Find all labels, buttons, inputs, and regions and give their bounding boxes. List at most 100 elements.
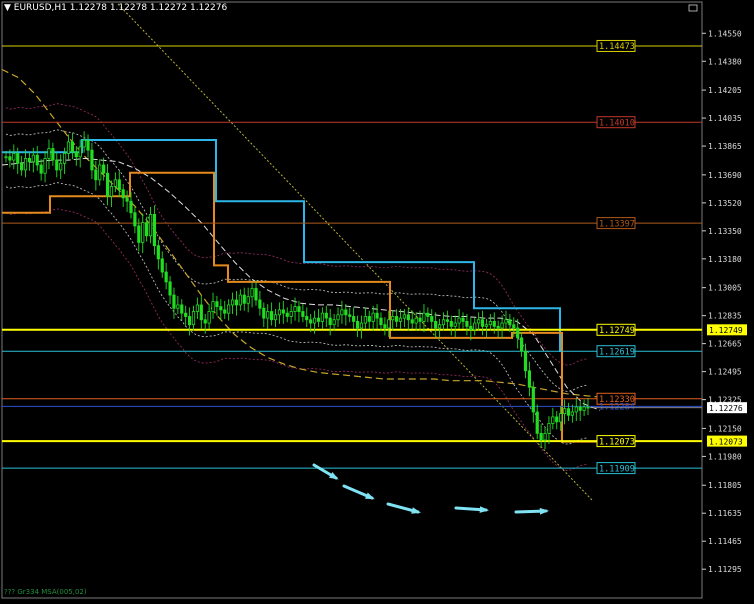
candle-body (430, 316, 434, 322)
candle-body (383, 324, 387, 329)
candle-body (492, 321, 496, 327)
candle-body (375, 312, 379, 319)
candle-body (469, 325, 473, 331)
candle-body (547, 423, 551, 434)
candle-body (519, 337, 524, 352)
y-tick-label: 1.11805 (708, 481, 742, 490)
candle-body (332, 319, 336, 326)
candle-body (449, 321, 453, 327)
candle-body (246, 296, 250, 304)
candle-body (414, 317, 418, 324)
candle-body (477, 319, 481, 324)
candle-body (16, 153, 20, 164)
chart-header: ▼ EURUSD,H1 1.12278 1.12278 1.12272 1.12… (4, 3, 228, 13)
candle-body (336, 314, 340, 321)
y-tick-label: 1.11465 (708, 537, 742, 546)
candle-body (426, 312, 430, 317)
candle-body (484, 324, 489, 327)
candle-body (363, 316, 367, 324)
candle-body (340, 309, 344, 316)
y-tick-label: 1.13180 (708, 255, 742, 264)
candle-body (535, 411, 539, 434)
candle-body (367, 316, 371, 322)
level-label: 1.13397 (599, 219, 635, 229)
y-tick-label: 1.12835 (708, 312, 742, 321)
candle-body (47, 148, 51, 159)
candle-body (578, 406, 582, 411)
candle-body (223, 309, 227, 314)
price-chart[interactable]: 1.14550 1.14380 1.14205 1.14035 1.13865 1.136… (0, 0, 754, 600)
y-tick-label: 1.14550 (708, 29, 742, 38)
candle-body (348, 314, 352, 317)
candle-body (305, 316, 309, 321)
y-tick-label: 1.13690 (708, 171, 742, 180)
candle-body (78, 146, 82, 158)
candle-body (555, 416, 559, 423)
y-tick-label: 1.12495 (708, 368, 742, 377)
lower-step-channel (2, 171, 600, 443)
ma-slow (1, 68, 601, 398)
candle-body (434, 321, 438, 329)
upper-step-channel (2, 139, 562, 352)
candle-body (184, 312, 188, 317)
direction-arrow-head (411, 507, 421, 514)
candle-body (312, 317, 317, 324)
candle-body (66, 141, 71, 154)
candle-body (270, 311, 274, 321)
candle-body (441, 319, 446, 326)
level-label: 1.12749 (599, 326, 635, 336)
candle-body (277, 309, 282, 316)
candle-body (457, 317, 461, 324)
candle-body (258, 299, 262, 309)
plot-frame (1, 1, 703, 599)
candle-body (187, 316, 192, 326)
candle-body (141, 222, 145, 243)
candle-body (453, 322, 457, 327)
candle-body (281, 309, 285, 314)
candle-body (145, 222, 149, 237)
y-tick-label: 1.11295 (708, 565, 742, 574)
y-tick-label: 1.13350 (708, 227, 742, 236)
axis-price-tag-label: 1.12749 (709, 326, 743, 335)
candle-body (168, 281, 172, 296)
candle-body (230, 299, 235, 306)
candle-body (98, 164, 102, 181)
y-tick-label: 1.12665 (708, 340, 742, 349)
candle-body (344, 309, 348, 316)
candle-body (539, 432, 543, 441)
candle-body (195, 304, 199, 312)
candle-body (121, 189, 125, 199)
candle-body (559, 413, 563, 423)
candle-body (352, 316, 356, 322)
candle-body (234, 299, 239, 306)
outer-lower-band (5, 208, 589, 472)
y-tick-label: 1.14035 (708, 114, 742, 123)
candle-body (148, 213, 153, 237)
candle-body (133, 212, 137, 227)
candle-body (12, 153, 16, 161)
candle-body (191, 311, 196, 326)
candle-body (410, 319, 414, 324)
candle-body (266, 311, 270, 319)
trend-line (117, 3, 593, 501)
candle-body (301, 311, 305, 317)
candle-body (20, 162, 24, 171)
candle-body (31, 154, 35, 163)
y-tick-label: 1.13005 (708, 284, 742, 293)
candle-body (125, 197, 129, 202)
candle-body (39, 164, 43, 174)
candle-body (582, 406, 586, 411)
candle-body (137, 225, 141, 243)
candle-body (465, 321, 469, 327)
y-tick-label: 1.12150 (708, 424, 742, 433)
candle-body (359, 322, 364, 329)
level-label: 1.12619 (599, 347, 635, 357)
candle-body (504, 319, 508, 324)
candle-body (105, 172, 110, 197)
y-tick-label: 1.13865 (708, 142, 742, 151)
candle-body (500, 322, 504, 329)
candle-body (562, 408, 567, 415)
candle-body (328, 317, 332, 326)
candle-body (445, 319, 449, 322)
candle-body (473, 322, 477, 331)
